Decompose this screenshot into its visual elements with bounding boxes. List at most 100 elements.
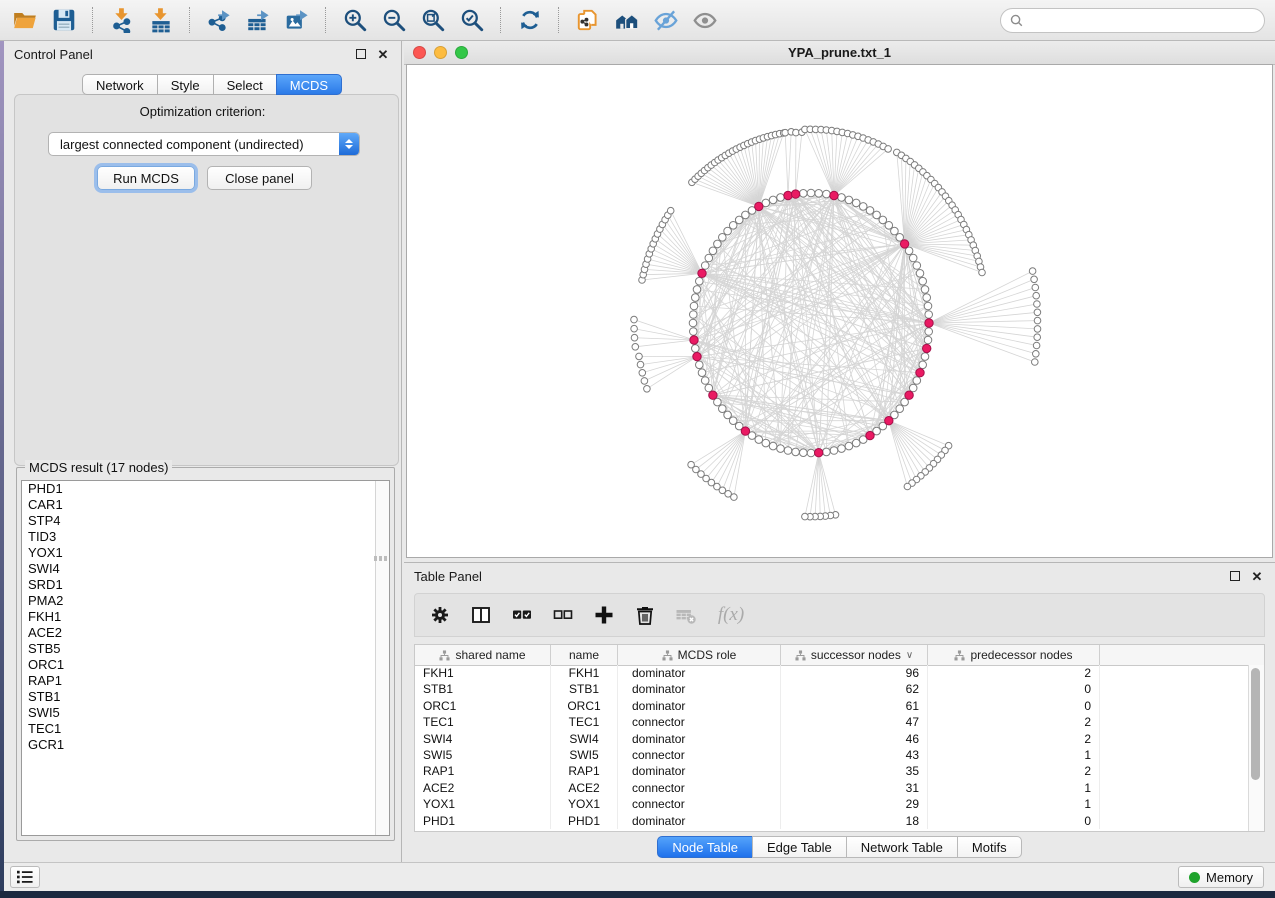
graph-node[interactable] bbox=[1034, 309, 1041, 316]
table-cell[interactable]: STB1 bbox=[415, 681, 551, 697]
graph-node[interactable] bbox=[762, 439, 770, 447]
table-cell[interactable]: 2 bbox=[928, 763, 1100, 779]
tab-select[interactable]: Select bbox=[213, 74, 276, 95]
column-header-shared-name[interactable]: shared name bbox=[415, 645, 551, 665]
zoom-in-button[interactable] bbox=[340, 5, 370, 35]
close-light-icon[interactable] bbox=[413, 46, 426, 59]
graph-node[interactable] bbox=[838, 445, 846, 453]
table-cell[interactable]: dominator bbox=[618, 813, 781, 829]
table-cell[interactable]: 46 bbox=[781, 731, 928, 747]
mcds-result-item[interactable]: SWI5 bbox=[22, 705, 389, 721]
graph-node[interactable] bbox=[909, 384, 917, 392]
tab-style[interactable]: Style bbox=[157, 74, 213, 95]
graph-node-dominator[interactable] bbox=[698, 269, 706, 277]
search-field[interactable] bbox=[1000, 8, 1265, 33]
graph-node[interactable] bbox=[714, 240, 722, 248]
hide-selected-button[interactable] bbox=[651, 5, 681, 35]
graph-node[interactable] bbox=[701, 262, 709, 270]
table-cell[interactable]: dominator bbox=[618, 763, 781, 779]
export-image-button[interactable] bbox=[282, 5, 312, 35]
table-cell[interactable]: dominator bbox=[618, 698, 781, 714]
mcds-result-item[interactable]: ORC1 bbox=[22, 657, 389, 673]
graph-node[interactable] bbox=[913, 377, 921, 385]
table-cell[interactable]: RAP1 bbox=[415, 763, 551, 779]
graph-node[interactable] bbox=[769, 196, 777, 204]
table-cell[interactable]: STB1 bbox=[551, 681, 618, 697]
mcds-result-item[interactable]: SRD1 bbox=[22, 577, 389, 593]
graph-node[interactable] bbox=[693, 286, 701, 294]
graph-node-dominator[interactable] bbox=[923, 344, 931, 352]
tab-edge-table[interactable]: Edge Table bbox=[752, 836, 846, 858]
graph-node[interactable] bbox=[925, 328, 933, 336]
graph-node[interactable] bbox=[852, 199, 860, 207]
fit-content-button[interactable] bbox=[418, 5, 448, 35]
graph-node-dominator[interactable] bbox=[900, 240, 908, 248]
mcds-result-item[interactable]: STB1 bbox=[22, 689, 389, 705]
mcds-result-item[interactable]: RAP1 bbox=[22, 673, 389, 689]
network-canvas[interactable] bbox=[406, 64, 1273, 558]
table-cell[interactable]: YOX1 bbox=[551, 796, 618, 812]
tab-motifs[interactable]: Motifs bbox=[957, 836, 1022, 858]
graph-node-dominator[interactable] bbox=[755, 202, 763, 210]
table-cell[interactable]: dominator bbox=[618, 665, 781, 681]
graph-node[interactable] bbox=[896, 405, 904, 413]
graph-node[interactable] bbox=[1031, 276, 1038, 283]
graph-node[interactable] bbox=[1033, 292, 1040, 299]
graph-node[interactable] bbox=[823, 448, 831, 456]
mcds-result-item[interactable]: ACE2 bbox=[22, 625, 389, 641]
table-cell[interactable]: 61 bbox=[781, 698, 928, 714]
graph-node[interactable] bbox=[800, 190, 808, 198]
graph-node[interactable] bbox=[921, 353, 929, 361]
table-cell[interactable]: PHD1 bbox=[415, 813, 551, 829]
graph-node[interactable] bbox=[641, 378, 648, 385]
graph-node[interactable] bbox=[637, 361, 644, 368]
graph-node[interactable] bbox=[777, 445, 785, 453]
table-cell[interactable]: 29 bbox=[781, 796, 928, 812]
table-cell[interactable]: SWI5 bbox=[415, 747, 551, 763]
graph-node[interactable] bbox=[631, 316, 638, 323]
column-header-name[interactable]: name bbox=[551, 645, 618, 665]
graph-node-dominator[interactable] bbox=[791, 190, 799, 198]
graph-node[interactable] bbox=[904, 483, 911, 490]
graph-node[interactable] bbox=[636, 353, 643, 360]
graph-node-dominator[interactable] bbox=[905, 391, 913, 399]
table-panel-close-button[interactable]: ✕ bbox=[1249, 568, 1265, 584]
graph-node[interactable] bbox=[696, 361, 704, 369]
graph-node-dominator[interactable] bbox=[709, 391, 717, 399]
graph-node[interactable] bbox=[802, 513, 809, 520]
zoom-out-button[interactable] bbox=[379, 5, 409, 35]
graph-node-dominator[interactable] bbox=[916, 369, 924, 377]
select-all-rows-button[interactable] bbox=[509, 602, 535, 628]
graph-node[interactable] bbox=[859, 203, 867, 211]
table-row[interactable]: ACE2ACE2connector311 bbox=[415, 780, 1249, 796]
table-row[interactable]: FKH1FKH1dominator962 bbox=[415, 665, 1249, 681]
graph-node[interactable] bbox=[777, 194, 785, 202]
graph-node[interactable] bbox=[689, 319, 697, 327]
table-cell[interactable]: 31 bbox=[781, 780, 928, 796]
close-panel-button[interactable]: Close panel bbox=[207, 166, 312, 190]
mcds-result-item[interactable]: TEC1 bbox=[22, 721, 389, 737]
tab-node-table[interactable]: Node Table bbox=[657, 836, 752, 858]
mcds-result-item[interactable]: PMA2 bbox=[22, 593, 389, 609]
graph-node[interactable] bbox=[845, 196, 853, 204]
graph-node-dominator[interactable] bbox=[885, 417, 893, 425]
table-row[interactable]: RAP1RAP1dominator352 bbox=[415, 763, 1249, 779]
run-mcds-button[interactable]: Run MCDS bbox=[97, 166, 195, 190]
graph-node[interactable] bbox=[815, 190, 823, 198]
table-cell[interactable]: 0 bbox=[928, 698, 1100, 714]
graph-node-dominator[interactable] bbox=[693, 352, 701, 360]
splitter-grip[interactable] bbox=[372, 556, 388, 561]
table-row[interactable]: SWI5SWI5connector431 bbox=[415, 747, 1249, 763]
table-row[interactable]: TEC1TEC1connector472 bbox=[415, 714, 1249, 730]
export-network-button[interactable] bbox=[204, 5, 234, 35]
table-cell[interactable]: FKH1 bbox=[551, 665, 618, 681]
table-cell[interactable]: 2 bbox=[928, 714, 1100, 730]
table-cell[interactable]: connector bbox=[618, 714, 781, 730]
new-network-from-selection-button[interactable] bbox=[573, 5, 603, 35]
mcds-result-item[interactable]: STB5 bbox=[22, 641, 389, 657]
mcds-result-item[interactable]: STP4 bbox=[22, 513, 389, 529]
graph-node[interactable] bbox=[866, 207, 874, 215]
open-session-button[interactable] bbox=[10, 5, 40, 35]
table-row[interactable]: ORC1ORC1dominator610 bbox=[415, 698, 1249, 714]
export-table-button[interactable] bbox=[243, 5, 273, 35]
